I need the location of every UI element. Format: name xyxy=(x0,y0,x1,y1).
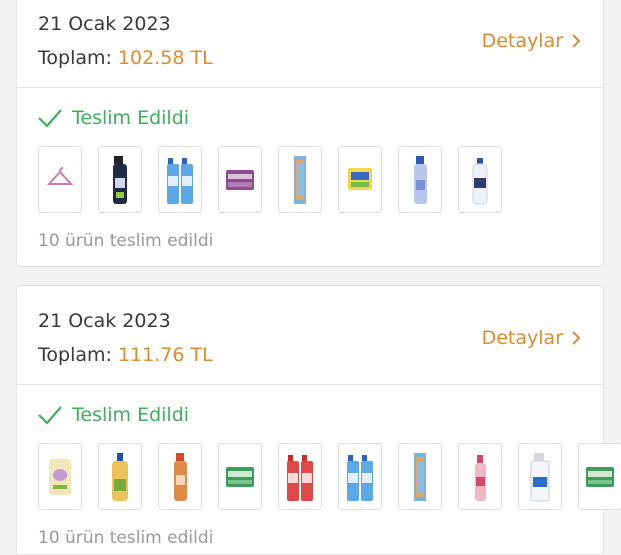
product-thumbnail[interactable] xyxy=(158,443,202,510)
product-thumbnail[interactable] xyxy=(338,146,382,213)
product-thumbnail[interactable] xyxy=(278,146,322,213)
delivery-status: Teslim Edildi xyxy=(37,404,189,426)
details-link[interactable]: Detaylar xyxy=(482,327,581,349)
order-date: 21 Ocak 2023 xyxy=(38,13,171,35)
bottle-white-icon xyxy=(472,157,488,204)
spray-orange-icon xyxy=(174,452,187,501)
product-thumbnails xyxy=(38,443,621,510)
delivered-count: 10 ürün teslim edildi xyxy=(38,528,214,548)
order-header: 21 Ocak 2023 Toplam: 111.76 TL Detaylar xyxy=(17,286,603,385)
product-thumbnail[interactable] xyxy=(458,443,502,510)
spray-double-red-icon xyxy=(287,454,313,501)
order-card: 21 Ocak 2023 Toplam: 102.58 TL Detaylar … xyxy=(16,0,604,267)
chevron-right-icon xyxy=(572,34,581,48)
wipes-pack-icon xyxy=(49,458,71,495)
details-label: Detaylar xyxy=(481,30,563,52)
product-thumbnails xyxy=(38,146,502,213)
soap-pack-icon xyxy=(226,169,254,190)
cloth-pack-icon xyxy=(294,155,306,204)
spray-pink-icon xyxy=(475,454,486,501)
delivered-count: 10 ürün teslim edildi xyxy=(38,231,214,251)
product-thumbnail[interactable] xyxy=(218,443,262,510)
total-amount: 102.58 TL xyxy=(117,47,213,69)
order-total: Toplam: 111.76 TL xyxy=(38,344,213,366)
product-thumbnail[interactable] xyxy=(38,443,82,510)
product-thumbnail[interactable] xyxy=(98,146,142,213)
total-amount: 111.76 TL xyxy=(117,344,213,366)
total-label: Toplam: xyxy=(38,344,112,366)
soap-green-icon xyxy=(586,466,614,487)
total-label: Toplam: xyxy=(38,47,112,69)
order-header: 21 Ocak 2023 Toplam: 102.58 TL Detaylar xyxy=(17,0,603,88)
order-total: Toplam: 102.58 TL xyxy=(38,47,213,69)
details-link[interactable]: Detaylar xyxy=(482,30,581,52)
product-thumbnail[interactable] xyxy=(518,443,562,510)
chevron-right-icon xyxy=(572,331,581,345)
product-thumbnail[interactable] xyxy=(338,443,382,510)
status-label: Teslim Edildi xyxy=(72,404,190,426)
cloth-pack-icon xyxy=(414,452,426,501)
spray-double-blue-icon xyxy=(167,157,193,204)
hanger-icon xyxy=(46,166,74,185)
bottle-yellow-icon xyxy=(112,452,128,501)
spray-double-blue-icon xyxy=(347,454,373,501)
details-label: Detaylar xyxy=(481,327,563,349)
sponge-pack-icon xyxy=(348,167,372,190)
product-thumbnail[interactable] xyxy=(38,146,82,213)
spray-lavender-icon xyxy=(414,155,427,204)
product-thumbnail[interactable] xyxy=(458,146,502,213)
order-card: 21 Ocak 2023 Toplam: 111.76 TL Detaylar … xyxy=(16,285,621,555)
product-thumbnail[interactable] xyxy=(278,443,322,510)
order-date: 21 Ocak 2023 xyxy=(38,310,171,332)
checkmark-icon xyxy=(38,406,62,425)
product-thumbnail[interactable] xyxy=(98,443,142,510)
checkmark-icon xyxy=(38,109,62,128)
status-label: Teslim Edildi xyxy=(72,107,190,129)
product-thumbnail[interactable] xyxy=(578,443,621,510)
product-thumbnail[interactable] xyxy=(218,146,262,213)
delivery-status: Teslim Edildi xyxy=(37,107,189,129)
spray-dark-icon xyxy=(113,155,127,204)
product-thumbnail[interactable] xyxy=(398,443,442,510)
product-thumbnail[interactable] xyxy=(398,146,442,213)
spray-white-large-icon xyxy=(530,452,550,501)
product-thumbnail[interactable] xyxy=(158,146,202,213)
soap-green-icon xyxy=(226,466,254,487)
